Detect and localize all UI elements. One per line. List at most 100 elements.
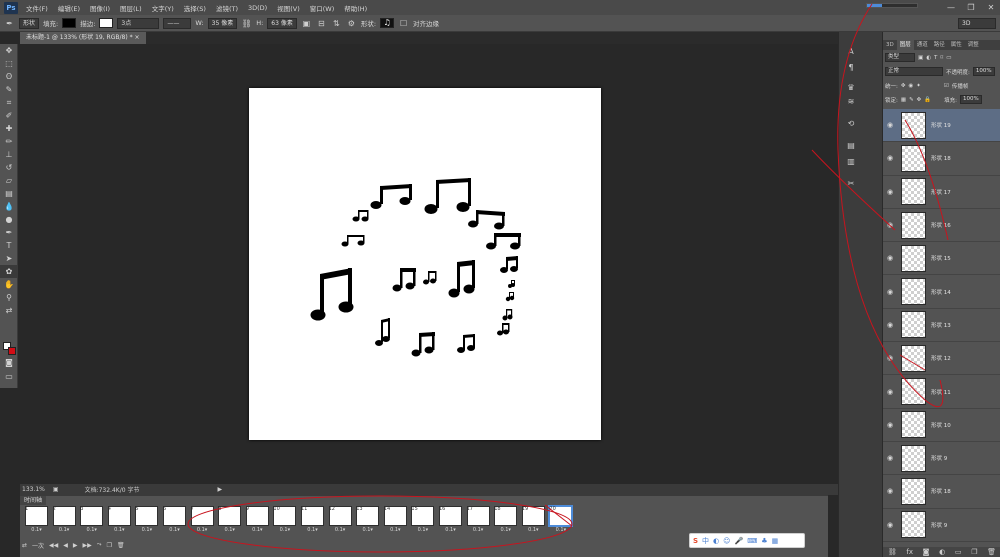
layer-row[interactable]: ◉ 形状 9 bbox=[883, 509, 1000, 542]
tab-channels[interactable]: 通道 bbox=[914, 40, 931, 50]
menu-file[interactable]: 文件(F) bbox=[21, 3, 53, 13]
frame-delay-select[interactable]: 0.1▾ bbox=[521, 527, 546, 533]
path-operations-icon[interactable]: ▣ bbox=[301, 18, 312, 29]
visibility-eye-icon[interactable]: ◉ bbox=[883, 254, 897, 262]
visibility-eye-icon[interactable]: ◉ bbox=[883, 321, 897, 329]
animation-frame[interactable]: 11 0.1▾ bbox=[300, 506, 325, 534]
kind-filter-select[interactable]: 类型 bbox=[885, 53, 915, 62]
filter-type-icon[interactable]: T bbox=[934, 55, 937, 61]
visibility-eye-icon[interactable]: ◉ bbox=[883, 288, 897, 296]
animation-frame[interactable]: 3 0.1▾ bbox=[79, 506, 104, 534]
quick-select-tool-icon[interactable]: ✎ bbox=[0, 83, 18, 96]
lock-all-icon[interactable]: 🔒 bbox=[924, 97, 931, 103]
animation-frame[interactable]: 16 0.1▾ bbox=[438, 506, 463, 534]
propagate-checkbox[interactable]: ☑ bbox=[944, 83, 949, 89]
menu-layer[interactable]: 图层(L) bbox=[115, 3, 147, 13]
tab-properties[interactable]: 属性 bbox=[948, 40, 965, 50]
visibility-eye-icon[interactable]: ◉ bbox=[883, 221, 897, 229]
menu-image[interactable]: 图像(I) bbox=[85, 3, 115, 13]
play-icon[interactable]: ▶ bbox=[73, 542, 78, 549]
path-arrangement-icon[interactable]: ⇅ bbox=[331, 18, 342, 29]
animation-frame[interactable]: 14 0.1▾ bbox=[383, 506, 408, 534]
frame-delay-select[interactable]: 0.1▾ bbox=[272, 527, 297, 533]
hand-tool-icon[interactable]: ✋ bbox=[0, 278, 18, 291]
screen-mode-icon[interactable]: ▭ bbox=[0, 370, 18, 383]
ime-chinese-icon[interactable]: 中 bbox=[702, 536, 709, 546]
delete-frame-icon[interactable]: 🗑 bbox=[117, 542, 125, 549]
doc-info-icon[interactable]: ▣ bbox=[53, 486, 59, 493]
visibility-eye-icon[interactable]: ◉ bbox=[883, 154, 897, 162]
convert-timeline-icon[interactable]: ⇄ bbox=[22, 542, 27, 549]
path-alignment-icon[interactable]: ⊟ bbox=[316, 18, 327, 29]
visibility-eye-icon[interactable]: ◉ bbox=[883, 487, 897, 495]
crop-tool-icon[interactable]: ⌗ bbox=[0, 96, 18, 109]
ime-skin-icon[interactable]: ♣ bbox=[761, 537, 767, 545]
unify-position-icon[interactable]: ✥ bbox=[901, 83, 906, 89]
music-note-shape-icon[interactable]: ♫ bbox=[380, 18, 395, 28]
ime-punctuation-icon[interactable]: ◐ bbox=[713, 537, 719, 545]
healing-brush-tool-icon[interactable]: ✚ bbox=[0, 122, 18, 135]
layer-row[interactable]: ◉ 形状 15 bbox=[883, 242, 1000, 276]
filter-pixel-icon[interactable]: ▣ bbox=[918, 55, 923, 61]
animation-frame[interactable]: 10 0.1▾ bbox=[272, 506, 297, 534]
marquee-tool-icon[interactable]: ⬚ bbox=[0, 57, 18, 70]
navigator-panel-icon[interactable]: ▤ bbox=[845, 140, 857, 151]
blend-mode-select[interactable]: 正常 bbox=[885, 67, 943, 76]
visibility-eye-icon[interactable]: ◉ bbox=[883, 188, 897, 196]
animation-frame[interactable]: 15 0.1▾ bbox=[410, 506, 435, 534]
fill-swatch[interactable] bbox=[62, 18, 77, 28]
info-panel-icon[interactable]: ▥ bbox=[845, 156, 857, 167]
frame-delay-select[interactable]: 0.1▾ bbox=[190, 527, 215, 533]
new-group-icon[interactable]: ▭ bbox=[955, 548, 962, 556]
animation-frame[interactable]: 1 0.1▾ bbox=[24, 506, 49, 534]
minimize-button[interactable]: — bbox=[946, 3, 956, 12]
frame-delay-select[interactable]: 0.1▾ bbox=[493, 527, 518, 533]
history-panel-icon[interactable]: ⟲ bbox=[845, 118, 857, 129]
adjustment-layer-icon[interactable]: ◐ bbox=[939, 548, 945, 556]
lock-transparent-icon[interactable]: ▦ bbox=[901, 97, 906, 103]
tween-icon[interactable]: ⤳ bbox=[97, 541, 102, 549]
animation-frame[interactable]: 20 0.1▾ bbox=[548, 505, 574, 534]
gear-icon[interactable]: ⚙ bbox=[346, 18, 357, 29]
height-field[interactable]: 63 像素 bbox=[267, 17, 297, 29]
path-selection-tool-icon[interactable]: ➤ bbox=[0, 252, 18, 265]
tools-options-icon[interactable]: ✂ bbox=[845, 178, 857, 189]
visibility-eye-icon[interactable]: ◉ bbox=[883, 454, 897, 462]
eyedropper-tool-icon[interactable]: ✐ bbox=[0, 109, 18, 122]
tool-presets-icon[interactable]: ♛ bbox=[845, 82, 857, 93]
custom-shape-tool-icon[interactable]: ✿ bbox=[0, 265, 18, 278]
tab-adjustments[interactable]: 调整 bbox=[965, 40, 982, 50]
animation-frame[interactable]: 8 0.1▾ bbox=[217, 506, 242, 534]
timeline-tab[interactable]: 时间轴 bbox=[20, 496, 47, 505]
workspace-select[interactable]: 3D bbox=[958, 18, 996, 29]
visibility-eye-icon[interactable]: ◉ bbox=[883, 521, 897, 529]
filter-adjust-icon[interactable]: ◐ bbox=[926, 55, 931, 61]
layer-row[interactable]: ◉ 形状 18 bbox=[883, 142, 1000, 176]
frame-delay-select[interactable]: 0.1▾ bbox=[548, 527, 573, 533]
menu-3d[interactable]: 3D(D) bbox=[243, 4, 272, 12]
visibility-eye-icon[interactable]: ◉ bbox=[883, 354, 897, 362]
menu-help[interactable]: 帮助(H) bbox=[339, 3, 372, 13]
layer-row[interactable]: ◉ 形状 11 bbox=[883, 375, 1000, 409]
frame-delay-select[interactable]: 0.1▾ bbox=[383, 527, 408, 533]
filter-smart-icon[interactable]: ▭ bbox=[946, 55, 951, 61]
add-mask-icon[interactable]: ◙ bbox=[923, 548, 930, 556]
animation-frame[interactable]: 17 0.1▾ bbox=[466, 506, 491, 534]
tab-layers[interactable]: 图层 bbox=[896, 40, 914, 50]
status-menu-arrow-icon[interactable]: ▶ bbox=[217, 486, 222, 493]
ime-tools-icon[interactable]: ▦ bbox=[772, 537, 779, 545]
layer-row[interactable]: ◉ 形状 13 bbox=[883, 309, 1000, 343]
loop-select[interactable]: 一次 bbox=[32, 541, 44, 550]
pen-tool-preset-icon[interactable]: ✒ bbox=[4, 18, 15, 29]
sogou-logo-icon[interactable]: S bbox=[693, 537, 698, 545]
new-layer-icon[interactable]: ❐ bbox=[971, 548, 977, 556]
gradient-tool-icon[interactable]: ▤ bbox=[0, 187, 18, 200]
lock-move-icon[interactable]: ✥ bbox=[917, 97, 922, 103]
frame-delay-select[interactable]: 0.1▾ bbox=[79, 527, 104, 533]
frame-delay-select[interactable]: 0.1▾ bbox=[466, 527, 491, 533]
layer-row[interactable]: ◉ 形状 19 bbox=[883, 109, 1000, 143]
visibility-eye-icon[interactable]: ◉ bbox=[883, 388, 897, 396]
animation-frame[interactable]: 7 0.1▾ bbox=[190, 506, 215, 534]
shape-mode-select[interactable]: 形状 bbox=[19, 17, 40, 29]
history-brush-tool-icon[interactable]: ↺ bbox=[0, 161, 18, 174]
